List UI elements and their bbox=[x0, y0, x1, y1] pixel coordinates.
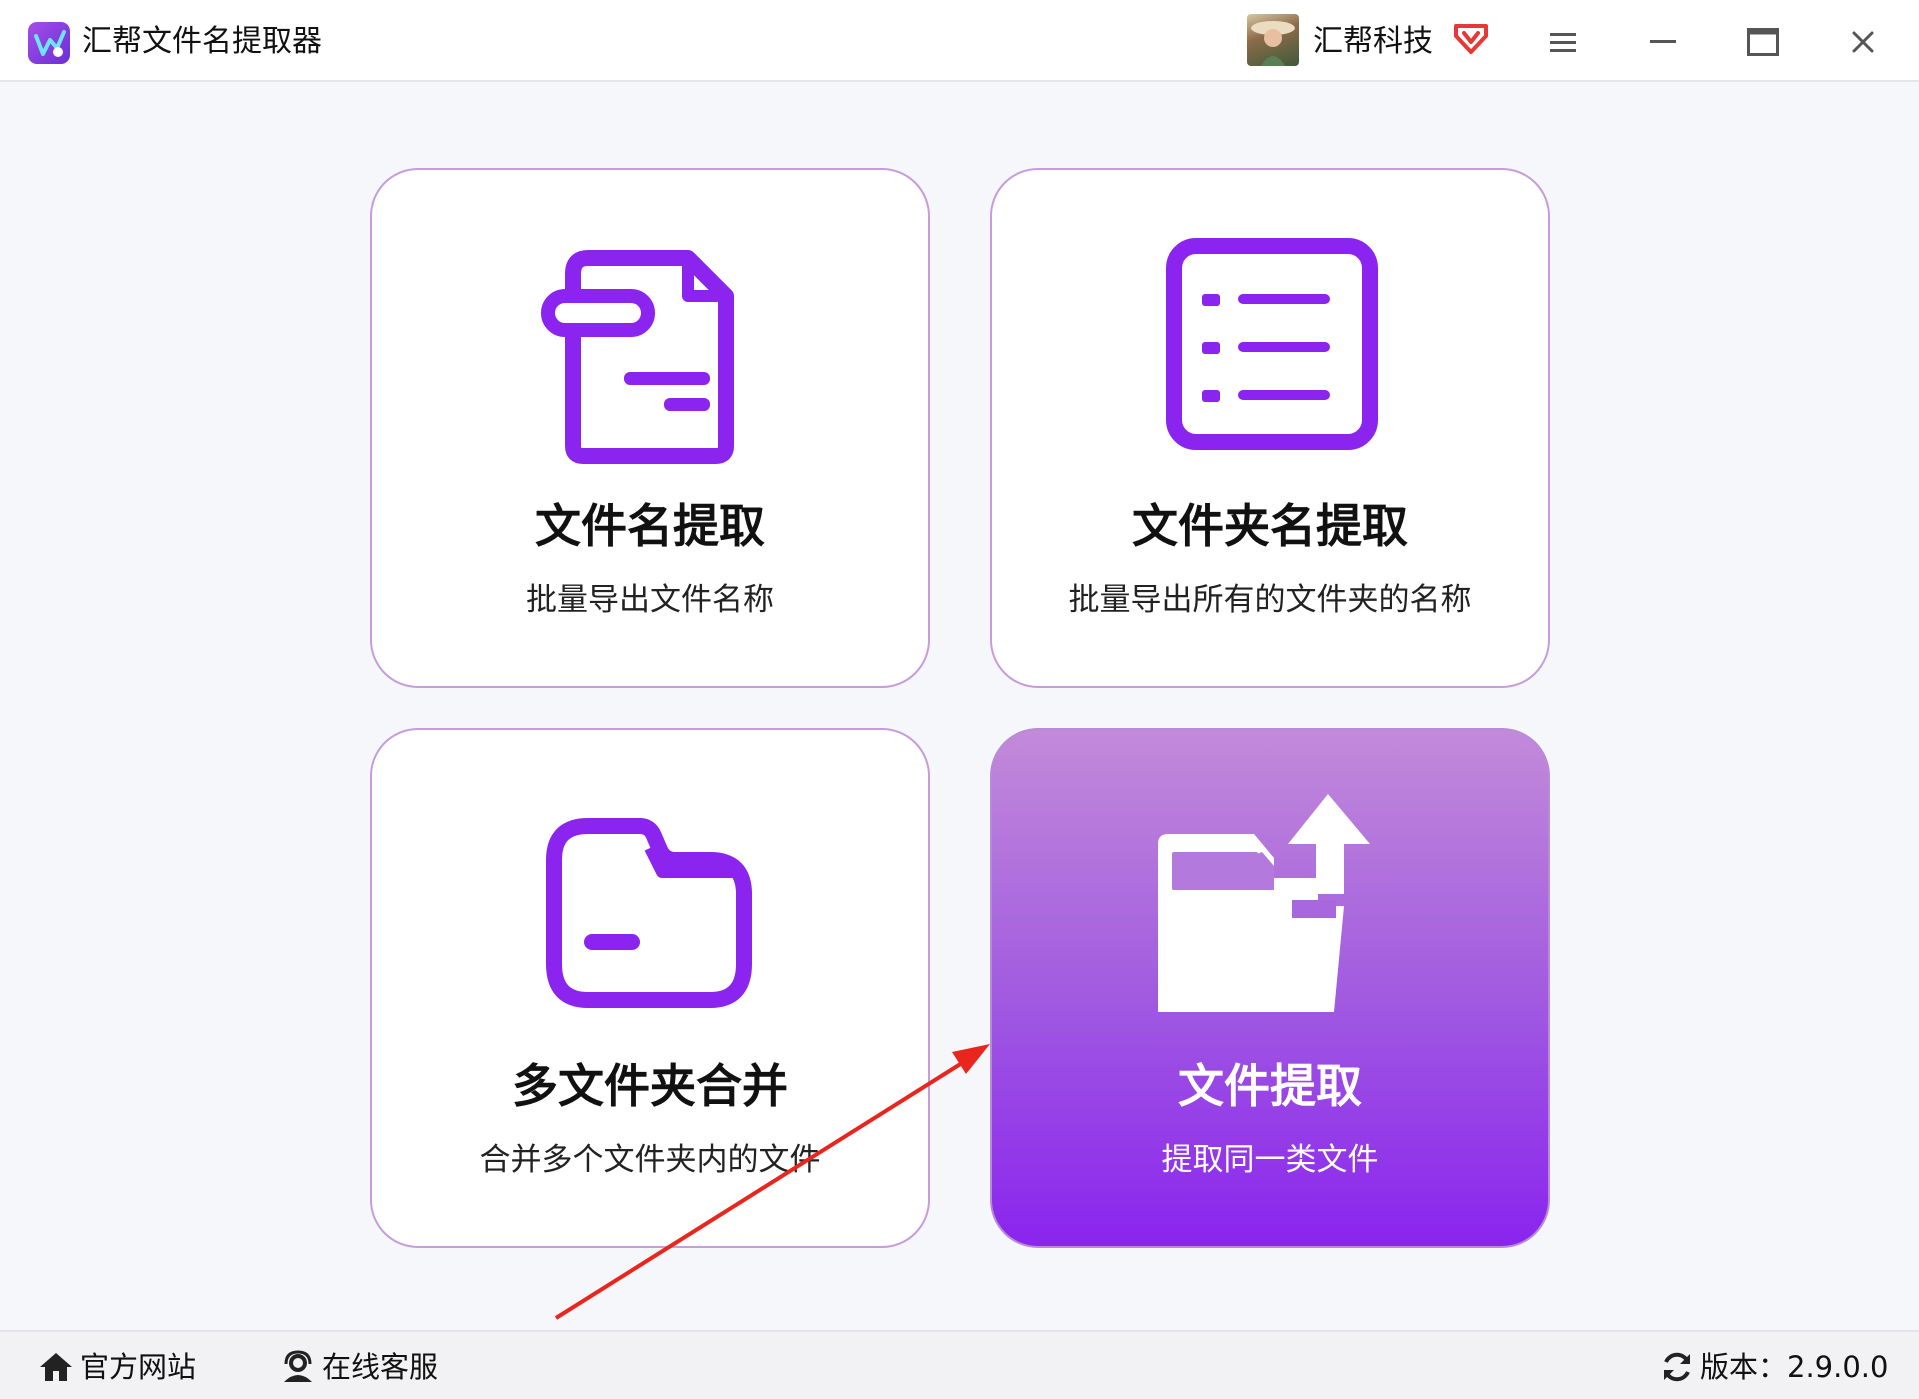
app-window: 汇帮文件名提取器 汇帮科技 文件名提取 批量导出文件名称 文件夹名提取 批量导出… bbox=[0, 0, 1919, 1399]
refresh-icon[interactable] bbox=[1660, 1350, 1694, 1384]
official-website-label: 官方网站 bbox=[80, 1350, 197, 1384]
avatar-image bbox=[1251, 21, 1295, 66]
close-button[interactable] bbox=[1838, 18, 1888, 66]
app-title: 汇帮文件名提取器 bbox=[82, 24, 322, 59]
document-icon bbox=[541, 250, 734, 464]
annotation-arrow-icon bbox=[554, 1044, 990, 1320]
card-description: 批量导出文件名称 bbox=[526, 582, 774, 618]
card-title: 多文件夹合并 bbox=[512, 1059, 788, 1113]
card-folder-name-extract[interactable]: 文件夹名提取 批量导出所有的文件夹的名称 bbox=[990, 168, 1550, 688]
minimize-icon bbox=[1650, 40, 1676, 43]
card-description: 提取同一类文件 bbox=[1161, 1142, 1379, 1178]
app-logo-icon bbox=[28, 22, 70, 64]
customer-service-icon bbox=[284, 1350, 312, 1382]
menu-button[interactable] bbox=[1538, 18, 1588, 66]
card-description: 合并多个文件夹内的文件 bbox=[479, 1142, 821, 1178]
card-title: 文件夹名提取 bbox=[1132, 499, 1408, 553]
maximize-icon bbox=[1747, 28, 1779, 56]
avatar[interactable] bbox=[1247, 14, 1299, 66]
version-info: 版本：2.9.0.0 bbox=[1660, 1346, 1888, 1388]
card-title: 文件名提取 bbox=[535, 499, 765, 553]
close-icon bbox=[1852, 31, 1874, 53]
version-label: 版本：2.9.0.0 bbox=[1700, 1350, 1889, 1384]
minimize-button[interactable] bbox=[1638, 18, 1688, 66]
username[interactable]: 汇帮科技 bbox=[1313, 22, 1433, 62]
online-service-label: 在线客服 bbox=[322, 1350, 439, 1384]
card-title: 文件提取 bbox=[1178, 1059, 1362, 1113]
home-icon bbox=[40, 1353, 72, 1381]
status-bar: 官方网站 在线客服 版本：2.9.0.0 bbox=[0, 1330, 1919, 1399]
official-website-link[interactable]: 官方网站 bbox=[38, 1346, 196, 1388]
folder-icon bbox=[546, 818, 752, 1008]
card-multi-folder-merge[interactable]: 多文件夹合并 合并多个文件夹内的文件 bbox=[370, 728, 930, 1248]
menu-icon bbox=[1550, 33, 1576, 52]
list-icon bbox=[1166, 238, 1378, 450]
vip-badge-icon[interactable] bbox=[1452, 20, 1490, 56]
online-service-link[interactable]: 在线客服 bbox=[280, 1346, 438, 1388]
maximize-button[interactable] bbox=[1738, 18, 1788, 66]
card-file-name-extract[interactable]: 文件名提取 批量导出文件名称 bbox=[370, 168, 930, 688]
title-bar: 汇帮文件名提取器 汇帮科技 bbox=[0, 0, 1919, 82]
folder-export-icon bbox=[1158, 794, 1370, 1012]
card-file-extract[interactable]: 文件提取 提取同一类文件 bbox=[990, 728, 1550, 1248]
card-description: 批量导出所有的文件夹的名称 bbox=[1068, 582, 1472, 618]
